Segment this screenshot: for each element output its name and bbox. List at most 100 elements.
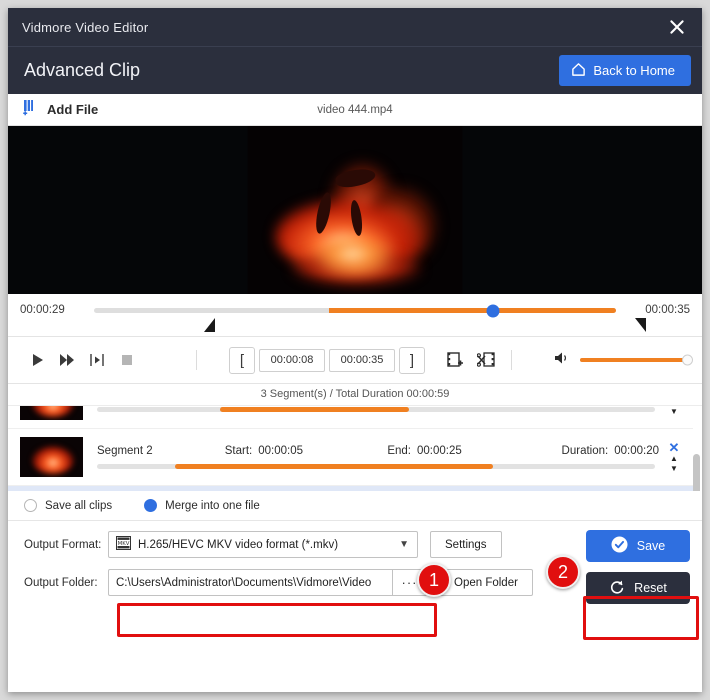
open-folder-button[interactable]: Open Folder [439,569,533,596]
volume-slider[interactable] [580,358,688,362]
segment-duration-field: Duration: 00:00:20 [562,445,659,457]
segment-actions: ✕ ▲ ▼ [663,442,685,473]
segment-range-fill [220,407,410,412]
table-row[interactable]: Segment 2 Start: 00:00:05 End: 00:00:25 … [8,429,693,486]
radio-merge-label: Merge into one file [165,500,260,512]
add-file-bar: Add File video 444.mp4 [8,94,702,126]
start-label: Start: [225,445,252,457]
page-header: Advanced Clip Back to Home [8,46,702,94]
output-folder-input[interactable]: C:\Users\Administrator\Documents\Vidmore… [108,569,393,596]
output-section: Output Format: MKV H.265/HEVC MKV video … [8,521,702,692]
duration-value: 00:00:20 [614,445,659,457]
transport-controls: [ 00:00:08 00:00:35 ] [8,336,702,384]
step-badge-1: 1 [417,563,451,597]
home-icon [571,62,586,80]
start-value: 00:00:05 [258,445,303,457]
arrow-down-icon[interactable]: ▼ [670,465,678,473]
trim-time-group: [ 00:00:08 00:00:35 ] [229,347,425,374]
video-frame [248,126,463,294]
add-file-label[interactable]: Add File [47,102,98,117]
segment-thumbnail [20,437,83,477]
table-row[interactable]: Segment 1 Start: 00:00:00 End: 00:00:12 … [8,406,693,429]
bracket-left-icon[interactable]: [ [229,347,255,374]
action-buttons: Save Reset [586,530,690,604]
segment-list-scrollbar[interactable] [693,428,700,485]
back-to-home-label: Back to Home [593,63,675,78]
transport-divider-1 [196,350,197,370]
end-value: 00:00:25 [417,445,462,457]
segment-end-field: End: 00:00:25 [387,445,561,457]
table-row[interactable]: Segment 3 Start: 00:00:08 ▲▼ End: 00:00: [8,486,693,491]
output-format-label: Output Format: [24,539,108,551]
segment-meta: Segment 2 Start: 00:00:05 End: 00:00:25 … [97,445,659,457]
radio-save-all-clips-label: Save all clips [45,500,112,512]
settings-button[interactable]: Settings [430,531,502,558]
segment-body: Segment 1 Start: 00:00:00 End: 00:00:12 … [97,406,659,412]
mark-out-time[interactable]: 00:00:35 [329,349,395,372]
svg-text:MKV: MKV [118,541,130,547]
segment-range-track[interactable] [97,407,655,412]
trim-handle-right[interactable] [635,318,646,332]
transport-divider-2 [511,350,512,370]
page-title: Advanced Clip [24,60,140,81]
chevron-down-icon[interactable]: ▼ [399,539,409,550]
segment-name: Segment 2 [97,445,225,457]
radio-save-all-clips[interactable]: Save all clips [24,499,112,512]
save-button[interactable]: Save [586,530,690,562]
segment-list: Segment 1 Start: 00:00:00 End: 00:00:12 … [8,406,702,491]
output-format-select[interactable]: MKV H.265/HEVC MKV video format (*.mkv) … [108,531,418,558]
output-folder-label: Output Folder: [24,577,108,589]
segment-body: Segment 2 Start: 00:00:05 End: 00:00:25 … [97,445,659,469]
add-segment-icon[interactable] [441,345,471,375]
radio-dot-off-icon [24,499,37,512]
segment-summary: 3 Segment(s) / Total Duration 00:00:59 [8,384,702,406]
scrub-end-time: 00:00:35 [626,303,690,317]
title-bar: Vidmore Video Editor [8,8,702,46]
video-preview[interactable] [8,126,702,294]
scrub-playhead-knob[interactable] [487,304,500,317]
radio-dot-on-icon [144,499,157,512]
segment-range-fill [175,464,493,469]
split-scissors-icon[interactable] [471,345,501,375]
save-mode-group: Save all clips Merge into one file [8,491,702,521]
volume-icon[interactable] [554,351,571,370]
reset-button-label: Reset [634,581,667,595]
stop-icon[interactable] [112,345,142,375]
scrollbar-thumb[interactable] [693,454,700,491]
fast-forward-icon[interactable] [52,345,82,375]
segment-scroll-area: Segment 1 Start: 00:00:00 End: 00:00:12 … [8,406,693,491]
back-to-home-button[interactable]: Back to Home [559,55,691,86]
close-x-icon[interactable]: ✕ [669,442,680,453]
step-badge-2: 2 [546,555,580,589]
check-circle-icon [611,536,628,556]
mkv-file-icon: MKV [116,536,131,553]
duration-label: Duration: [562,445,609,457]
application-window: Vidmore Video Editor Advanced Clip Back … [8,8,702,692]
segment-thumbnail [20,406,83,420]
output-format-value: H.265/HEVC MKV video format (*.mkv) [138,539,338,551]
reset-circle-icon [609,579,625,598]
arrow-up-icon[interactable]: ▲ [670,455,678,463]
step-frame-icon[interactable] [82,345,112,375]
play-icon[interactable] [22,345,52,375]
fire-image [248,126,463,294]
radio-merge-into-one-file[interactable]: Merge into one file [144,499,260,512]
scrub-selection-fill [329,308,616,313]
segment-range-track[interactable] [97,464,655,469]
current-file-name: video 444.mp4 [8,104,702,116]
arrow-down-icon[interactable]: ▼ [670,408,678,416]
trim-handle-left[interactable] [204,318,215,332]
scrub-bar: 00:00:29 00:00:35 [8,294,702,336]
segment-start-field: Start: 00:00:05 [225,445,388,457]
volume-knob[interactable] [682,355,693,366]
mark-in-time[interactable]: 00:00:08 [259,349,325,372]
app-title: Vidmore Video Editor [22,20,148,35]
reset-button[interactable]: Reset [586,572,690,604]
add-file-icon[interactable] [22,99,39,121]
segment-actions: ✕ ▲ ▼ [663,406,685,416]
volume-control [554,351,688,370]
end-label: End: [387,445,411,457]
bracket-right-icon[interactable]: ] [399,347,425,374]
close-icon[interactable] [666,16,688,38]
scrub-track[interactable] [94,308,616,313]
